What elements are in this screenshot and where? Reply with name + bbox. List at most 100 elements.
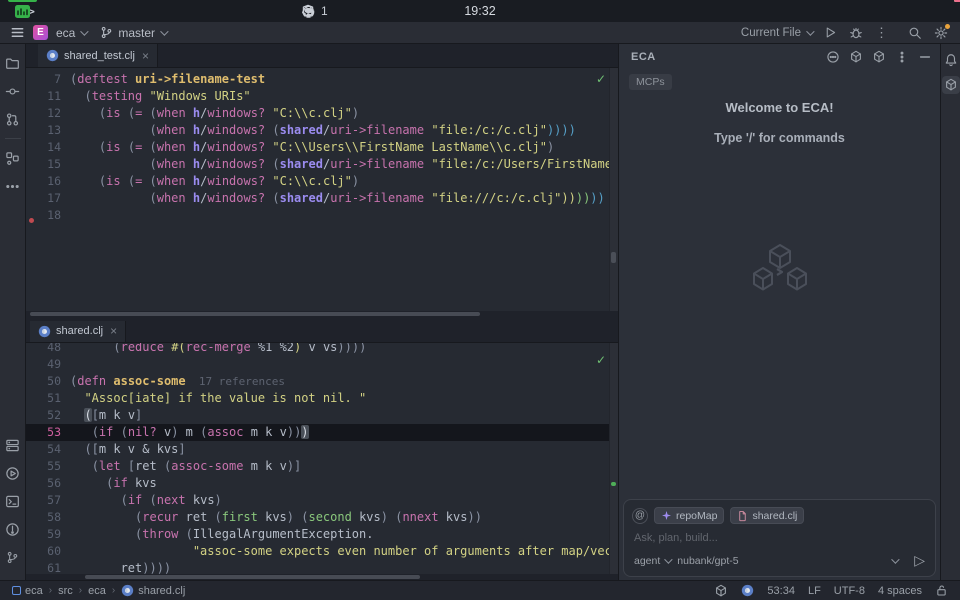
line-number[interactable]: 58: [26, 510, 70, 524]
line-number[interactable]: 48: [26, 343, 70, 355]
line-number[interactable]: 16: [26, 174, 70, 188]
line-number[interactable]: 7: [26, 72, 70, 86]
run-button[interactable]: [824, 26, 837, 39]
code-line-58[interactable]: 58 (recur ret (first kvs) (second kvs) (…: [26, 509, 609, 526]
line-number[interactable]: 55: [26, 459, 70, 473]
tool-window-button-structure[interactable]: [2, 147, 24, 169]
notifications-bell-icon[interactable]: [942, 51, 960, 69]
line-number[interactable]: 56: [26, 476, 70, 490]
run-configuration-selector[interactable]: Current File: [741, 27, 812, 39]
tab-shared-test-clj[interactable]: shared_test.clj ×: [38, 44, 158, 67]
context-chip-shared-clj[interactable]: shared.clj: [730, 507, 804, 524]
line-number[interactable]: 57: [26, 493, 70, 507]
tray-item-power[interactable]: [954, 0, 960, 22]
breadcrumb-item-eca[interactable]: eca: [12, 585, 43, 597]
code-line-14[interactable]: 14 (is (= (when h/windows? "C:\\Users\\F…: [26, 138, 609, 155]
context-chip-repomap[interactable]: repoMap: [654, 507, 724, 524]
add-context-button[interactable]: @: [632, 508, 648, 524]
code-line-48[interactable]: 48 (reduce #(rec-merge %1 %2) v vs)))): [26, 343, 609, 356]
close-tab-icon[interactable]: ×: [110, 324, 117, 338]
tool-window-button-terminal-tool[interactable]: [2, 490, 24, 512]
code-line-55[interactable]: 55 (let [ret (assoc-some m k v)]: [26, 458, 609, 475]
editor-shared-clj[interactable]: 48 (reduce #(rec-merge %1 %2) v vs))))49…: [26, 343, 618, 574]
line-number[interactable]: 50: [26, 374, 70, 388]
clojure-icon[interactable]: [741, 584, 754, 597]
unlock-icon[interactable]: [935, 584, 948, 597]
kebab-menu-icon[interactable]: ⋮: [875, 26, 888, 39]
chat-input-placeholder[interactable]: Ask, plan, build...: [624, 524, 935, 544]
code-line-54[interactable]: 54 ([m k v & kvs]: [26, 441, 609, 458]
hamburger-menu-icon[interactable]: [10, 25, 25, 40]
settings-gear-icon[interactable]: [934, 26, 948, 40]
status-widget-utf-8[interactable]: UTF-8: [834, 585, 865, 597]
code-line-57[interactable]: 57 (if (next kvs): [26, 492, 609, 509]
code-line-11[interactable]: 11 (testing "Windows URIs": [26, 87, 609, 104]
code-line-17[interactable]: 17 (when h/windows? (shared/uri->filenam…: [26, 189, 609, 206]
tool-window-button-more[interactable]: [2, 175, 24, 197]
project-selector[interactable]: eca: [56, 26, 86, 40]
line-number[interactable]: 11: [26, 89, 70, 103]
code-line-13[interactable]: 13 (when h/windows? (shared/uri->filenam…: [26, 121, 609, 138]
code-line-51[interactable]: 51 "Assoc[iate] if the value is not nil.…: [26, 390, 609, 407]
model-selector[interactable]: nubank/gpt-5: [677, 555, 738, 567]
code-line-52[interactable]: 52 ([m k v]: [26, 407, 609, 424]
line-number[interactable]: 12: [26, 106, 70, 120]
code-line-18[interactable]: 18: [26, 206, 609, 223]
tray-item-drive[interactable]: [294, 0, 322, 22]
close-tab-icon[interactable]: ×: [142, 49, 149, 63]
code-line-49[interactable]: 49: [26, 356, 609, 373]
breadcrumb-item-eca[interactable]: eca: [88, 585, 106, 597]
line-number[interactable]: 14: [26, 140, 70, 154]
eca-cube-icon[interactable]: [872, 50, 886, 64]
branch-selector[interactable]: master: [100, 26, 166, 40]
line-number[interactable]: 51: [26, 391, 70, 405]
tray-item-activity-chart[interactable]: [8, 0, 37, 22]
horizontal-scrollbar[interactable]: [26, 311, 618, 317]
code-line-50[interactable]: 50(defn assoc-some 17 references: [26, 373, 609, 390]
minimize-icon[interactable]: [918, 50, 932, 64]
code-line-7[interactable]: 7(deftest uri->filename-test: [26, 70, 609, 87]
status-widget-4-spaces[interactable]: 4 spaces: [878, 585, 922, 597]
line-number[interactable]: 52: [26, 408, 70, 422]
code-line-59[interactable]: 59 (throw (IllegalArgumentException.: [26, 526, 609, 543]
chat-input-box[interactable]: @ repoMapshared.clj Ask, plan, build... …: [623, 499, 936, 577]
breadcrumb-item-src[interactable]: src: [58, 585, 73, 597]
breadcrumb-item-shared-clj[interactable]: shared.clj: [121, 584, 185, 597]
line-number[interactable]: 60: [26, 544, 70, 558]
circle-dots-icon[interactable]: [826, 50, 840, 64]
line-number[interactable]: 59: [26, 527, 70, 541]
search-everywhere-button[interactable]: [908, 26, 922, 40]
eca-cube-icon[interactable]: [714, 584, 728, 598]
line-number[interactable]: 54: [26, 442, 70, 456]
eca-tool-window-button[interactable]: [942, 76, 960, 94]
line-number[interactable]: 15: [26, 157, 70, 171]
status-widget-lf[interactable]: LF: [808, 585, 821, 597]
code-line-16[interactable]: 16 (is (= (when h/windows? "C:\\c.clj"): [26, 172, 609, 189]
line-number[interactable]: 49: [26, 357, 70, 371]
code-line-15[interactable]: 15 (when h/windows? (shared/uri->filenam…: [26, 155, 609, 172]
tool-window-button-git-branch[interactable]: [2, 546, 24, 568]
editor-scrollbar[interactable]: [609, 68, 618, 311]
code-line-53[interactable]: 53 (if (nil? v) m (assoc m k v))): [26, 424, 609, 441]
code-line-60[interactable]: 60 "assoc-some expects even number of ar…: [26, 543, 609, 560]
eca-cube-icon[interactable]: [849, 50, 863, 64]
tool-window-button-services[interactable]: [2, 434, 24, 456]
tool-window-button-problems[interactable]: [2, 518, 24, 540]
kebab-icon[interactable]: [895, 50, 909, 64]
line-number[interactable]: 61: [26, 561, 70, 574]
debug-button[interactable]: [849, 26, 863, 40]
code-line-12[interactable]: 12 (is (= (when h/windows? "C:\\c.clj"): [26, 104, 609, 121]
code-line-56[interactable]: 56 (if kvs: [26, 475, 609, 492]
tool-window-button-commit[interactable]: [2, 80, 24, 102]
line-number[interactable]: 17: [26, 191, 70, 205]
tool-window-button-pull-request[interactable]: [2, 108, 24, 130]
mode-selector[interactable]: agent: [634, 555, 670, 567]
tab-shared-clj[interactable]: shared.clj ×: [30, 321, 126, 342]
editor-shared-test-clj[interactable]: 7(deftest uri->filename-test11 (testing …: [26, 68, 618, 311]
tool-window-button-run[interactable]: [2, 462, 24, 484]
code-line-61[interactable]: 61 ret)))): [26, 560, 609, 574]
tool-window-button-folder[interactable]: [2, 52, 24, 74]
mcps-badge[interactable]: MCPs: [629, 74, 672, 90]
line-number[interactable]: 13: [26, 123, 70, 137]
editor-scrollbar[interactable]: [609, 343, 618, 574]
